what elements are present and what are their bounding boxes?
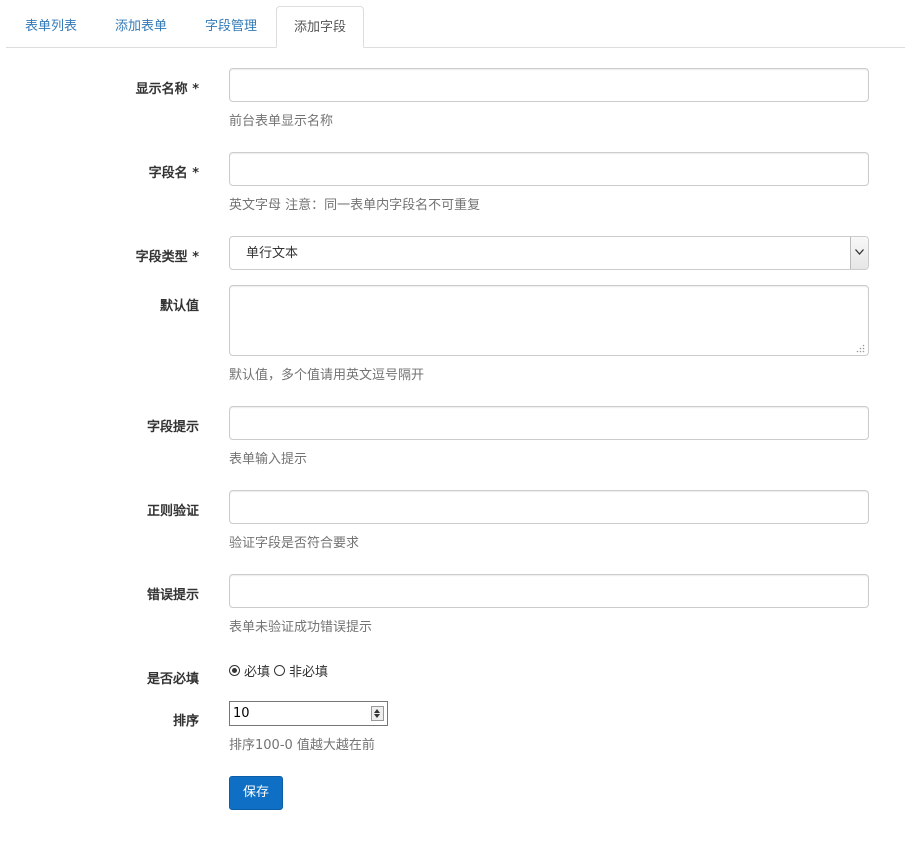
default-value-help: 默认值，多个值请用英文逗号隔开 xyxy=(229,368,425,383)
display-name-input[interactable] xyxy=(229,68,869,102)
chevron-down-icon[interactable] xyxy=(850,237,868,269)
required-radio-yes[interactable] xyxy=(229,664,240,676)
sort-label: 排序 xyxy=(172,714,199,729)
error-hint-help: 表单未验证成功错误提示 xyxy=(229,620,373,635)
default-value-label: 默认值 xyxy=(159,299,199,314)
display-name-label: 显示名称 * xyxy=(135,82,199,97)
regex-input[interactable] xyxy=(229,490,869,524)
tab-field-management[interactable]: 字段管理 xyxy=(186,6,276,47)
sort-help: 排序100-0 值越大越在前 xyxy=(229,738,375,753)
field-name-input[interactable] xyxy=(229,152,869,186)
field-type-selected: 单行文本 xyxy=(246,246,299,261)
required-radio-no[interactable] xyxy=(274,664,286,676)
display-name-help: 前台表单显示名称 xyxy=(229,114,334,129)
field-hint-input[interactable] xyxy=(229,406,869,440)
default-value-textarea[interactable] xyxy=(229,285,869,356)
required-option-no-label[interactable]: 非必填 xyxy=(289,661,328,680)
tab-bar: 表单列表 添加表单 字段管理 添加字段 xyxy=(6,6,905,48)
field-hint-label: 字段提示 xyxy=(146,420,199,435)
required-radio-group: 必填 非必填 xyxy=(229,661,332,680)
field-type-label: 字段类型 * xyxy=(135,250,199,265)
error-hint-input[interactable] xyxy=(229,574,869,608)
error-hint-label: 错误提示 xyxy=(146,588,199,603)
tab-form-list[interactable]: 表单列表 xyxy=(6,6,96,47)
sort-value[interactable]: 10 xyxy=(233,702,250,725)
field-hint-help: 表单输入提示 xyxy=(229,452,308,467)
spinner-arrows-icon[interactable] xyxy=(371,706,384,721)
field-type-select[interactable]: 单行文本 xyxy=(229,236,869,270)
required-option-yes-label[interactable]: 必填 xyxy=(244,661,270,680)
resize-grip-icon[interactable] xyxy=(856,344,865,353)
tab-add-field[interactable]: 添加字段 xyxy=(276,6,364,48)
regex-help: 验证字段是否符合要求 xyxy=(229,536,360,551)
tab-add-form[interactable]: 添加表单 xyxy=(96,6,186,47)
save-button[interactable]: 保存 xyxy=(229,776,283,810)
required-label: 是否必填 xyxy=(146,672,199,687)
field-name-label: 字段名 * xyxy=(148,166,199,181)
sort-number-input[interactable]: 10 xyxy=(229,701,388,726)
field-name-help: 英文字母 注意：同一表单内字段名不可重复 xyxy=(229,198,481,213)
regex-label: 正则验证 xyxy=(146,504,199,519)
